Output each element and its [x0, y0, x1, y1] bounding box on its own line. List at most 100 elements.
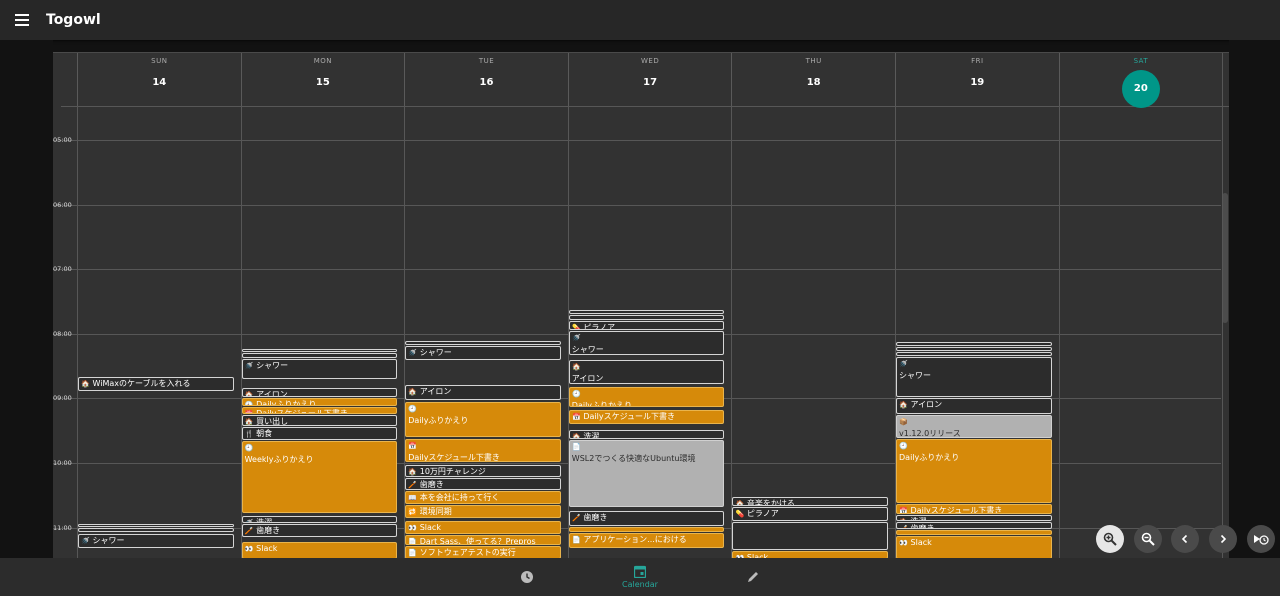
event-title: Dart Sass、使ってる？Prepros [417, 537, 536, 545]
calendar-event[interactable]: 🕘 Dailyふりかえり [241, 398, 398, 406]
nav-settings[interactable] [697, 558, 810, 596]
calendar-event[interactable]: 🏠 アイロン [241, 387, 398, 398]
day-date[interactable]: 15 [242, 77, 405, 88]
time-label: 11:00 [53, 523, 72, 532]
calendar-event[interactable]: 🪥 歯磨き [568, 511, 725, 526]
zoom-in-icon [1103, 532, 1117, 546]
time-label: 10:00 [53, 459, 72, 467]
calendar-event[interactable]: 🕘 Dailyふりかえり [896, 439, 1052, 503]
calendar-event[interactable]: 🚿 シャワー [896, 357, 1052, 398]
calendar-event[interactable] [568, 526, 725, 532]
calendar-event[interactable]: 🏠 洗濯 [568, 429, 725, 440]
calendar-event[interactable]: 📄 Dart Sass、使ってる？Prepros [405, 535, 561, 545]
calendar-event[interactable]: 👀 Slack [896, 536, 1052, 558]
calendar-event[interactable]: 📅 Dailyスケジュール下書き [241, 407, 398, 414]
calendar-event[interactable]: 🪥 歯磨き [241, 524, 398, 538]
clock-icon: 🕘 [244, 444, 254, 453]
calendar-event[interactable]: 🪥 歯磨き [405, 478, 561, 490]
calendar-event[interactable] [78, 524, 234, 528]
nav-timer[interactable] [471, 558, 584, 596]
prev-week-button[interactable] [1171, 525, 1199, 553]
calendar-event[interactable]: 🍴 朝食 [241, 427, 398, 441]
calendar-event[interactable]: 📄 アプリケーション...における [568, 532, 725, 549]
calendar-event[interactable]: 🚿 洗濯 [241, 515, 398, 524]
calendar-event[interactable]: 🚿 シャワー [568, 330, 725, 356]
calendar-event[interactable]: 👀 Slack [405, 521, 561, 535]
calendar-event[interactable]: 🕘 Dailyふりかえり [405, 401, 561, 438]
calendar-event[interactable] [896, 342, 1052, 346]
shower-icon: 🚿 [899, 360, 908, 369]
calendar-event[interactable]: 🏠 洗濯 [896, 514, 1052, 522]
today-button[interactable] [1247, 525, 1275, 553]
calendar-event[interactable]: 👀 Slack [732, 551, 888, 558]
calendar-event[interactable]: 🏠 アイロン [405, 385, 561, 400]
calendar-event[interactable]: 🏠 音楽をかける [732, 497, 888, 507]
eyes-icon: 👀 [244, 544, 254, 553]
day-date[interactable]: 17 [569, 77, 732, 88]
calendar-event[interactable] [568, 315, 725, 320]
day-column-divider [77, 53, 78, 558]
today-date[interactable]: 20 [1121, 70, 1160, 108]
calendar-event[interactable]: 🪥 歯磨き [896, 522, 1052, 529]
calendar-event[interactable]: 🚿 シャワー [405, 345, 561, 360]
day-header-fri[interactable]: FRI 19 [895, 53, 1059, 106]
menu-button[interactable] [6, 4, 38, 36]
calendar-event[interactable]: 📖 本を会社に持って行く [405, 490, 561, 504]
calendar-event[interactable] [241, 348, 398, 353]
day-header-sat[interactable]: SAT 20 [1058, 53, 1223, 108]
calendar-event[interactable]: 🏠 WiMaxのケーブルを入れる [78, 376, 234, 391]
calendar-event[interactable]: 🚿 シャワー [241, 358, 398, 380]
clock-icon: 🕘 [408, 404, 418, 413]
calendar-event[interactable]: 📅 Dailyスケジュール下書き [568, 410, 725, 425]
day-header-mon[interactable]: MON 15 [240, 53, 405, 106]
calendar-event[interactable]: 📄 ソフトウェアテストの実行 [405, 545, 561, 558]
event-title: 買い出し [253, 416, 289, 426]
calendar-event[interactable] [78, 527, 234, 532]
day-date[interactable]: 16 [405, 77, 568, 88]
calendar-event[interactable]: 🚿 シャワー [78, 534, 234, 549]
time-label: 09:00 [53, 394, 72, 403]
next-week-button[interactable] [1209, 525, 1237, 553]
day-date[interactable]: 14 [78, 77, 241, 88]
day-header-thu[interactable]: THU 18 [731, 53, 895, 106]
shower-icon: 🚿 [571, 333, 581, 342]
calendar-event[interactable] [896, 352, 1052, 357]
calendar-event[interactable]: 📦 v1.12.0リリース [896, 414, 1052, 439]
day-date[interactable]: 19 [896, 77, 1059, 88]
day-header-tue[interactable]: TUE 16 [404, 53, 568, 106]
calendar-event[interactable]: 🏠 アイロン [568, 359, 725, 385]
day-column-divider [1058, 53, 1060, 558]
calendar-event[interactable] [241, 353, 398, 358]
event-title: 環境同期 [417, 506, 452, 516]
week-calendar[interactable]: SUN 14 MON 15 TUE 16 WED 17 THU 18 FRI 19 SAT 20 05:00… [53, 52, 1229, 558]
event-title: v1.12.0リリース [899, 428, 961, 438]
calendar-event[interactable]: 📄 WSL2でつくる快適なUbuntu環境 [568, 440, 725, 508]
calendar-event[interactable] [732, 522, 888, 551]
calendar-event[interactable]: 🔁 環境同期 [405, 504, 561, 518]
calendar-event[interactable] [896, 346, 1052, 352]
day-header-wed[interactable]: WED 17 [567, 53, 732, 106]
calendar-event[interactable]: 💊 ピラノア [732, 507, 888, 522]
calendar-event[interactable]: 💊 ピラノア [568, 320, 725, 330]
zoom-in-button[interactable] [1096, 525, 1124, 553]
time-label: 07:00 [53, 265, 72, 274]
calendar-event[interactable]: 📅 Dailyスケジュール下書き [405, 439, 561, 462]
home-icon: 🏠 [899, 517, 908, 521]
calendar-event[interactable]: 🏠 買い出し [241, 414, 398, 427]
calendar-event[interactable]: 🏠 10万円チャレンジ [405, 465, 561, 478]
event-title: Slack [908, 538, 932, 548]
calendar-event[interactable]: 🕘 Dailyふりかえり [568, 386, 725, 408]
calendar-event[interactable]: 🕘 Weeklyふりかえり [241, 441, 398, 513]
calendar-event[interactable]: 🏠 アイロン [896, 398, 1052, 414]
calendar-event[interactable]: 📅 Dailyスケジュール下書き [896, 503, 1052, 514]
nav-calendar[interactable]: Calendar [584, 558, 697, 596]
calendar-event[interactable] [568, 310, 725, 315]
calendar-event[interactable] [896, 529, 1052, 536]
calendar-event[interactable] [405, 341, 561, 345]
nav-calendar-label: Calendar [622, 580, 658, 589]
zoom-out-button[interactable] [1134, 525, 1162, 553]
day-date[interactable]: 18 [732, 77, 895, 88]
day-header-sun[interactable]: SUN 14 [77, 53, 241, 106]
calendar-event[interactable]: 👀 Slack [241, 541, 398, 558]
shower-icon: 🚿 [244, 518, 254, 524]
